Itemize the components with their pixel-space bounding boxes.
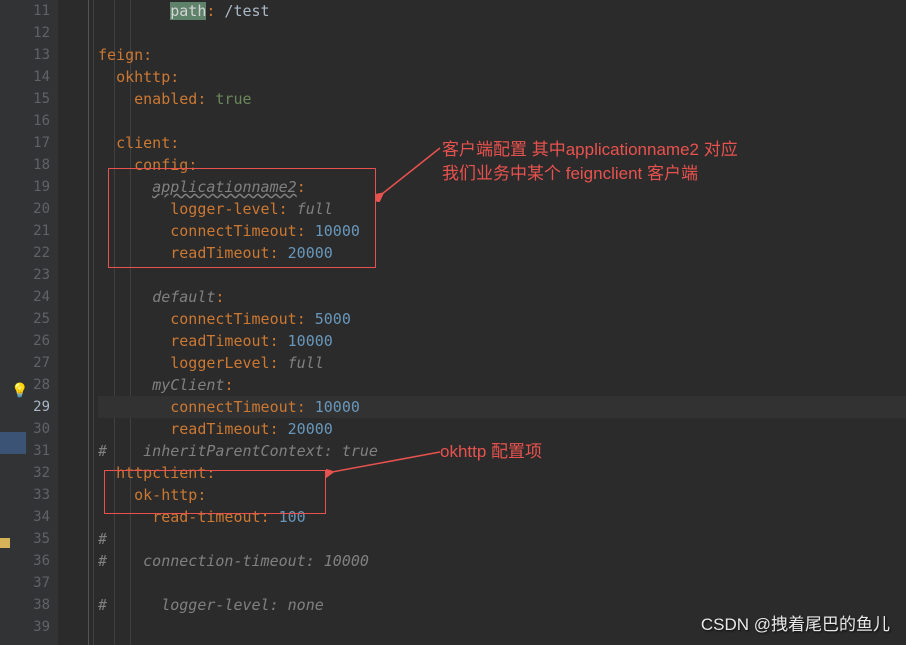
code-editor: 1112131415161718192021222324252627282930…: [0, 0, 906, 645]
fold-gutter: [58, 0, 94, 645]
code-area[interactable]: path: /test feign: okhttp: enabled: true…: [94, 0, 906, 645]
code-line[interactable]: ok-http:: [98, 484, 906, 506]
code-line[interactable]: default:: [98, 286, 906, 308]
code-line[interactable]: readTimeout: 10000: [98, 330, 906, 352]
warning-marker: [0, 538, 10, 548]
code-line[interactable]: [98, 22, 906, 44]
code-line[interactable]: [98, 110, 906, 132]
code-line[interactable]: feign:: [98, 44, 906, 66]
code-line[interactable]: okhttp:: [98, 66, 906, 88]
code-line[interactable]: enabled: true: [98, 88, 906, 110]
code-line[interactable]: readTimeout: 20000: [98, 242, 906, 264]
code-line[interactable]: [98, 264, 906, 286]
code-line[interactable]: logger-level: full: [98, 198, 906, 220]
line-number-gutter: 1112131415161718192021222324252627282930…: [26, 0, 58, 645]
code-line[interactable]: readTimeout: 20000: [98, 418, 906, 440]
code-line[interactable]: myClient:: [98, 374, 906, 396]
code-line[interactable]: path: /test: [98, 0, 906, 22]
code-line[interactable]: # connection-timeout: 10000: [98, 550, 906, 572]
code-line[interactable]: connectTimeout: 10000: [98, 396, 906, 418]
code-line[interactable]: read-timeout: 100: [98, 506, 906, 528]
code-line[interactable]: httpclient:: [98, 462, 906, 484]
annotation-text-2: okhttp 配置项: [440, 440, 542, 464]
code-line[interactable]: connectTimeout: 10000: [98, 220, 906, 242]
code-line[interactable]: [98, 572, 906, 594]
watermark: CSDN @拽着尾巴的鱼儿: [701, 610, 890, 635]
code-line[interactable]: connectTimeout: 5000: [98, 308, 906, 330]
intention-bulb-icon[interactable]: 💡: [11, 383, 28, 399]
selection: path: [170, 2, 206, 20]
code-line[interactable]: loggerLevel: full: [98, 352, 906, 374]
change-marker: [0, 432, 26, 454]
marker-gutter: [0, 0, 26, 645]
annotation-text-1: 客户端配置 其中applicationname2 对应 我们业务中某个 feig…: [442, 138, 738, 186]
code-line[interactable]: #: [98, 528, 906, 550]
